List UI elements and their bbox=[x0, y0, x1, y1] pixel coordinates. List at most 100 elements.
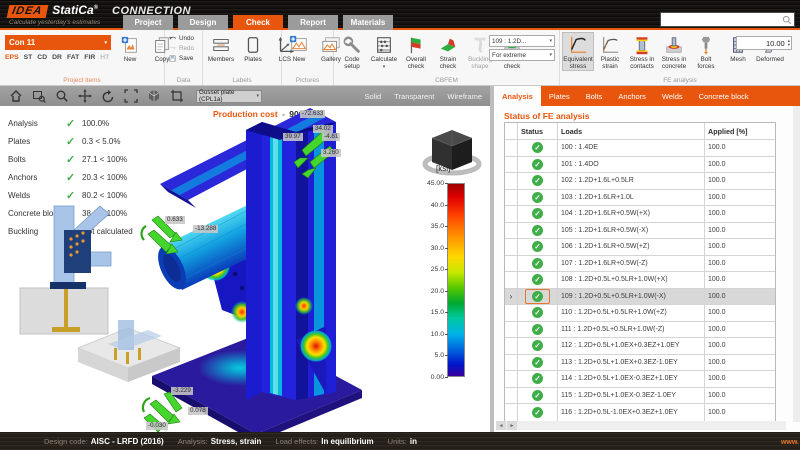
load-combination: 114 : 1.2D+0.5L+1.0EX-0.3EZ+1.0EY bbox=[558, 371, 705, 387]
table-row[interactable]: ✓110 : 1.2D+0.5L+0.5LR+1.0W(+Z)100.0 bbox=[505, 305, 775, 322]
ribbon-new-button[interactable]: New bbox=[114, 32, 146, 64]
search-input[interactable] bbox=[661, 14, 782, 25]
redo-icon bbox=[168, 44, 177, 53]
results-tab-welds[interactable]: Welds bbox=[654, 86, 691, 106]
ribbon-save-button[interactable]: Save bbox=[168, 54, 194, 63]
ribbon-group-fe-analysis: Equivalent stressPlastic strainStress in… bbox=[560, 30, 800, 85]
search-box[interactable] bbox=[660, 12, 795, 27]
mode-fat[interactable]: FAT bbox=[67, 54, 79, 61]
table-row[interactable]: ✓115 : 1.2D+0.5L+1.0EX-0.3EZ-1.0EY100.0 bbox=[505, 388, 775, 405]
table-row[interactable]: ✓105 : 1.2D+1.6LR+0.5W(-X)100.0 bbox=[505, 223, 775, 240]
ribbon-bolt-forces-button[interactable]: Bolt forces bbox=[690, 32, 722, 71]
extreme-combo[interactable]: For extreme▾ bbox=[489, 49, 555, 61]
view-mode-transparent[interactable]: Transparent bbox=[394, 92, 434, 101]
home-view-icon[interactable] bbox=[9, 89, 23, 103]
zoom-fit-icon[interactable] bbox=[124, 89, 138, 103]
table-row[interactable]: ✓104 : 1.2D+1.6LR+0.5W(+X)100.0 bbox=[505, 206, 775, 223]
model-viewport[interactable]: -72.63339.9734.02-4.813.2600.633-13.288-… bbox=[0, 106, 490, 432]
legend-tick-mark bbox=[445, 269, 448, 270]
mode-fir[interactable]: FIR bbox=[84, 54, 95, 61]
project-item-selector[interactable]: Con 11▾ bbox=[5, 35, 111, 50]
row-marker bbox=[505, 256, 518, 272]
table-row[interactable]: ✓113 : 1.2D+0.5L+1.0EX+0.3EZ-1.0EY100.0 bbox=[505, 355, 775, 372]
zoom-icon[interactable] bbox=[55, 89, 69, 103]
table-row[interactable]: ✓101 : 1.4DO100.0 bbox=[505, 157, 775, 174]
row-marker bbox=[505, 305, 518, 321]
rotate-icon[interactable] bbox=[101, 89, 115, 103]
ribbon-members-button[interactable]: Members bbox=[205, 32, 237, 64]
mode-dr[interactable]: DR bbox=[52, 54, 62, 61]
results-tab-analysis[interactable]: Analysis bbox=[494, 86, 541, 106]
ribbon-stress-in-contacts-button[interactable]: Stress in contacts bbox=[626, 32, 658, 71]
zoom-window-icon[interactable] bbox=[32, 89, 46, 103]
table-row[interactable]: ✓112 : 1.2D+0.5L+1.0EX+0.3EZ+1.0EY100.0 bbox=[505, 338, 775, 355]
solid-view-icon[interactable] bbox=[147, 89, 161, 103]
status-ok-icon: ✓ bbox=[532, 373, 543, 384]
table-row[interactable]: ›✓109 : 1.2D+0.5L+0.5LR+1.0W(-X)100.0 bbox=[505, 289, 775, 306]
ribbon-code-setup-button[interactable]: Code setup bbox=[336, 32, 368, 72]
applied-percent: 100.0 bbox=[705, 256, 775, 272]
part-selector[interactable]: Gusset plate (CPL1a)▾ bbox=[196, 90, 262, 103]
legend-tick: 25.0 bbox=[414, 266, 444, 273]
thumbnail-iso-view[interactable] bbox=[70, 318, 188, 384]
tab-project[interactable]: Project bbox=[123, 15, 173, 30]
mode-eps[interactable]: EPS bbox=[5, 54, 19, 61]
scroll-right-button[interactable]: ► bbox=[507, 421, 517, 430]
results-tab-concrete-block[interactable]: Concrete block bbox=[691, 86, 757, 106]
ribbon-overall-check-button[interactable]: Overall check bbox=[400, 32, 432, 72]
pan-icon[interactable] bbox=[78, 89, 92, 103]
mode-cd[interactable]: CD bbox=[37, 54, 47, 61]
results-tab-plates[interactable]: Plates bbox=[541, 86, 578, 106]
load-combination: 107 : 1.2D+1.6LR+0.5W(-Z) bbox=[558, 256, 705, 272]
results-tabs: AnalysisPlatesBoltsAnchorsWeldsConcrete … bbox=[494, 86, 800, 106]
tab-check[interactable]: Check bbox=[233, 15, 283, 30]
table-row[interactable]: ✓100 : 1.4DE100.0 bbox=[505, 140, 775, 157]
ribbon-stress-in-concrete-button[interactable]: Stress in concrete bbox=[658, 32, 690, 71]
ribbon-equivalent-stress-button[interactable]: Equivalent stress bbox=[562, 32, 594, 71]
scale-spinner[interactable]: 10.00 ▴▾ bbox=[736, 36, 792, 50]
view-mode-solid[interactable]: Solid bbox=[365, 92, 382, 101]
results-tab-anchors[interactable]: Anchors bbox=[610, 86, 654, 106]
logo-statica: StatiCa® bbox=[52, 3, 98, 17]
legend-tick-mark bbox=[445, 334, 448, 335]
load-combination: 102 : 1.2D+1.6L+0.5LR bbox=[558, 173, 705, 189]
table-row[interactable]: ✓102 : 1.2D+1.6L+0.5LR100.0 bbox=[505, 173, 775, 190]
applied-percent: 100.0 bbox=[705, 157, 775, 173]
tab-report[interactable]: Report bbox=[288, 15, 338, 30]
applied-percent: 100.0 bbox=[705, 190, 775, 206]
scroll-left-button[interactable]: ◄ bbox=[496, 421, 506, 430]
ribbon-new-button[interactable]: New bbox=[283, 32, 315, 64]
code-setup-icon bbox=[342, 35, 362, 55]
result-label: 3.260 bbox=[321, 149, 341, 157]
panel-heading: Status of FE analysis bbox=[504, 111, 590, 121]
table-row[interactable]: ✓103 : 1.2D+1.6LR+1.0L100.0 bbox=[505, 190, 775, 207]
ribbon-undo-button[interactable]: Undo bbox=[168, 34, 194, 43]
table-row[interactable]: ✓108 : 1.2D+0.5L+0.5LR+1.0W(+X)100.0 bbox=[505, 272, 775, 289]
results-tab-bolts[interactable]: Bolts bbox=[578, 86, 611, 106]
ribbon-plates-button[interactable]: Plates bbox=[237, 32, 269, 64]
table-row[interactable]: ✓116 : 1.2D+0.5L-1.0EX+0.3EZ+1.0EY100.0 bbox=[505, 404, 775, 421]
table-row[interactable]: ✓106 : 1.2D+1.6LR+0.5W(+Z)100.0 bbox=[505, 239, 775, 256]
status-ok-icon: ✓ bbox=[532, 258, 543, 269]
status-ok-icon: ✓ bbox=[532, 357, 543, 368]
view-mode-wireframe[interactable]: Wireframe bbox=[447, 92, 482, 101]
save-icon bbox=[168, 54, 177, 63]
tab-materials[interactable]: Materials bbox=[343, 15, 393, 30]
row-marker bbox=[505, 206, 518, 222]
vertical-scrollbar[interactable] bbox=[793, 106, 800, 422]
spinner-arrows[interactable]: ▴▾ bbox=[788, 39, 791, 48]
load-case-combo[interactable]: 109 : 1.2D...▾ bbox=[489, 35, 555, 47]
ribbon-strain-check-button[interactable]: Strain check bbox=[432, 32, 464, 72]
table-row[interactable]: ✓114 : 1.2D+0.5L+1.0EX-0.3EZ+1.0EY100.0 bbox=[505, 371, 775, 388]
load-combination: 111 : 1.2D+0.5L+0.5LR+1.0W(-Z) bbox=[558, 322, 705, 338]
ribbon-calculate-button[interactable]: Calculate ▾ bbox=[368, 32, 400, 72]
horizontal-scrollbar[interactable]: ◄ ► bbox=[496, 421, 786, 430]
table-row[interactable]: ✓111 : 1.2D+0.5L+0.5LR+1.0W(-Z)100.0 bbox=[505, 322, 775, 339]
mode-st[interactable]: ST bbox=[24, 54, 33, 61]
section-view-icon[interactable] bbox=[170, 89, 184, 103]
ribbon-plastic-strain-button[interactable]: Plastic strain bbox=[594, 32, 626, 71]
tab-design[interactable]: Design bbox=[178, 15, 228, 30]
website-link[interactable]: www. bbox=[781, 439, 799, 446]
table-row[interactable]: ✓ 107 : 1.2D+1.6LR+0.5W(-Z)100.0 bbox=[505, 256, 775, 273]
navigation-cube[interactable] bbox=[420, 122, 484, 186]
